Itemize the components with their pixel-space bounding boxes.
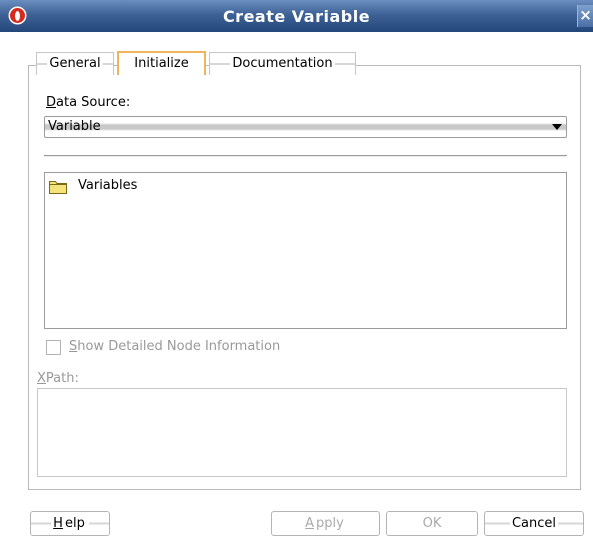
show-details-label: Show Detailed Node Information: [69, 339, 281, 354]
xpath-field[interactable]: [37, 388, 567, 477]
tab-initialize-label: Initialize: [132, 56, 191, 71]
help-button[interactable]: Help: [30, 511, 110, 536]
variables-tree[interactable]: Variables: [44, 172, 567, 329]
apply-button[interactable]: Apply: [271, 511, 380, 536]
folder-icon: [49, 181, 67, 194]
ok-button-label: OK: [420, 516, 444, 531]
tab-documentation-label: Documentation: [230, 56, 335, 71]
data-source-value: Variable: [48, 119, 101, 134]
tab-general[interactable]: General: [36, 52, 114, 75]
tab-general-label: General: [47, 56, 103, 71]
cancel-button[interactable]: Cancel: [484, 511, 584, 536]
data-source-label: Data Source:: [46, 95, 131, 110]
tab-documentation[interactable]: Documentation: [209, 52, 356, 75]
chevron-down-icon: [552, 124, 562, 130]
cancel-button-label: Cancel: [509, 516, 559, 531]
dialog-title: Create Variable: [222, 7, 371, 26]
apply-button-label: Apply: [303, 516, 348, 531]
dialog-body: General Initialize Documentation Data So…: [0, 32, 593, 550]
title-bar[interactable]: Create Variable ×: [0, 0, 593, 32]
separator-highlight: [44, 156, 567, 157]
ok-button[interactable]: OK: [386, 511, 478, 536]
xpath-label: XPath:: [37, 371, 79, 386]
tree-item-variables[interactable]: Variables: [78, 178, 137, 193]
close-button[interactable]: ×: [577, 5, 593, 27]
data-source-dropdown[interactable]: Variable: [44, 116, 567, 138]
help-button-label: Help: [51, 516, 89, 531]
tab-initialize[interactable]: Initialize: [117, 51, 206, 75]
show-details-checkbox[interactable]: [46, 340, 61, 355]
